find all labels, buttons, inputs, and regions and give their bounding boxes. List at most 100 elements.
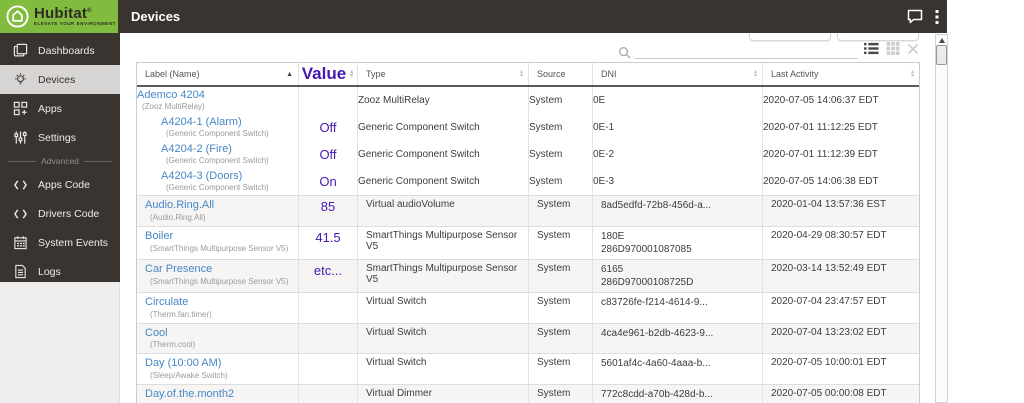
brand-reg-mark: ® [87, 8, 92, 15]
column-header-source[interactable]: Source [529, 63, 593, 85]
device-last-activity: 2020-07-04 13:23:02 EDT [771, 326, 887, 338]
list-view-icon[interactable] [864, 42, 879, 55]
main-content: Label (Name) ▲ Value ▴ ▾ Type ▴ ▾ Source D… [120, 26, 948, 403]
table-row[interactable]: Boiler (SmartThings Multipurpose Sensor V… [137, 226, 919, 260]
vertical-scrollbar[interactable] [935, 34, 948, 403]
table-row[interactable]: Day (10:00 AM) (Sleep/Awake Switch) Virtua… [137, 354, 919, 385]
table-row[interactable]: Cool (Therm.cool) Virtual Switch System 4ca4… [137, 323, 919, 355]
device-driver-name: (Generic Component Switch) [166, 156, 269, 166]
sidebar-item-devices[interactable]: Devices [0, 65, 120, 94]
chat-icon[interactable] [907, 9, 923, 24]
brand-tagline: ELEVATE YOUR ENVIRONMENT [34, 21, 116, 27]
device-source: System [537, 199, 571, 210]
search-input[interactable] [635, 40, 858, 59]
brand-name: Hubitat [34, 5, 88, 23]
device-label-cell: A4204-1 (Alarm) (Generic Component Switch… [137, 114, 298, 141]
device-source: System [529, 122, 563, 133]
scrollbar-up-arrow-icon[interactable] [938, 38, 945, 43]
device-label-cell: Day (10:00 AM) (Sleep/Awake Switch) [137, 354, 298, 384]
device-dni: 4ca4e961-b2db-4623-9... [601, 327, 714, 339]
device-last-activity: 2020-04-29 08:30:57 EDT [771, 229, 887, 241]
device-type: SmartThings Multipurpose Sensor V5 [366, 262, 518, 285]
device-label-cell: Cool (Therm.cool) [137, 324, 298, 354]
devices-table: Label (Name) ▲ Value ▴ ▾ Type ▴ ▾ Source D… [136, 62, 920, 403]
hubitat-house-icon [5, 4, 30, 29]
sidebar-item-label: Dashboards [38, 44, 95, 57]
device-name-link[interactable]: Circulate [145, 296, 188, 310]
sidebar-item-label: Settings [38, 131, 76, 144]
sidebar-item-system-events[interactable]: System Events [0, 228, 120, 257]
sidebar-item-settings[interactable]: Settings [0, 123, 120, 152]
device-type: Generic Component Switch [358, 122, 480, 133]
sidebar-item-dashboards[interactable]: Dashboards [0, 36, 120, 65]
device-source: System [529, 95, 563, 106]
device-label-cell: A4204-2 (Fire) (Generic Component Switch) [137, 141, 298, 168]
device-source: System [537, 295, 571, 307]
kebab-menu-icon[interactable] [935, 9, 939, 25]
sort-icon: ▴ ▾ [910, 68, 914, 79]
table-row[interactable]: Day.of.the.month2(Day.of.the.month2) Virt… [137, 385, 919, 403]
device-name-link[interactable]: Day.of.the.month2 [145, 388, 234, 402]
device-dni: 772c8cdd-a70b-428d-b... [601, 389, 713, 400]
page-title: Devices [131, 9, 181, 24]
device-value [299, 324, 357, 330]
device-type: Virtual Switch [366, 357, 427, 369]
grid-view-icon[interactable] [886, 42, 900, 55]
device-source: System [537, 357, 571, 369]
device-label-cell: Car Presence (SmartThings Multipurpose Se… [137, 260, 298, 290]
device-type: Virtual Switch [366, 295, 427, 307]
sidebar: Dashboards Devices Apps Settings Advance… [0, 33, 120, 282]
scrollbar-thumb[interactable] [936, 45, 947, 65]
device-dni: 0E [593, 95, 606, 106]
device-driver-name: (Generic Component Switch) [166, 183, 269, 193]
device-name-link[interactable]: A4204-3 (Doors) [161, 170, 242, 184]
device-driver-name: (SmartThings Multipurpose Sensor V5) [150, 276, 289, 286]
device-name-link[interactable]: Car Presence [145, 263, 212, 277]
device-dni: 8ad5edfd-72b8-456d-a... [601, 200, 712, 211]
table-row[interactable]: Audio.Ring.All (Audio.Ring.All) 85 Virtual … [137, 196, 919, 227]
brand-text: Hubitat® ELEVATE YOUR ENVIRONMENT [34, 6, 116, 27]
device-name-link[interactable]: A4204-2 (Fire) [161, 143, 232, 157]
table-row[interactable]: Car Presence (SmartThings Multipurpose Se… [137, 259, 919, 293]
device-name-link[interactable]: Day (10:00 AM) [145, 357, 221, 371]
device-driver-name: (SmartThings Multipurpose Sensor V5) [150, 243, 289, 253]
device-value: etc... [313, 262, 343, 278]
column-header-dni[interactable]: DNI ▴ ▾ [593, 63, 763, 85]
sidebar-item-drivers-code[interactable]: Drivers Code [0, 199, 120, 228]
table-row[interactable]: Circulate (Therm.fan.timer) Virtual Switch… [137, 292, 919, 324]
device-name-link[interactable]: Audio.Ring.All [145, 199, 214, 213]
column-header-type[interactable]: Type ▴ ▾ [358, 63, 529, 85]
device-last-activity: 2020-07-04 23:47:57 EDT [771, 295, 887, 307]
sidebar-item-logs[interactable]: Logs [0, 257, 120, 286]
device-source: System [537, 229, 571, 241]
sidebar-item-apps[interactable]: Apps [0, 94, 120, 123]
column-header-last-activity[interactable]: Last Activity ▴ ▾ [763, 63, 919, 85]
device-type: Zooz MultiRelay [358, 95, 430, 106]
column-label: Value [301, 64, 347, 83]
device-driver-name: (Sleep/Awake Switch) [150, 371, 228, 380]
sort-ascending-icon: ▲ [286, 70, 293, 78]
device-value: Off [319, 120, 337, 135]
device-value [299, 385, 357, 391]
device-name-link[interactable]: Cool [145, 327, 168, 341]
logs-icon [12, 264, 28, 279]
clear-icon[interactable] [907, 43, 919, 55]
hubitat-logo[interactable]: Hubitat® ELEVATE YOUR ENVIRONMENT [0, 0, 118, 33]
sidebar-divider-label: Advanced [41, 156, 79, 166]
table-row[interactable]: Ademco 4204 (Zooz MultiRelay) A4204-1 (Ala… [137, 87, 919, 196]
column-header-value[interactable]: Value ▴ ▾ [299, 63, 358, 85]
column-header-label-name[interactable]: Label (Name) ▲ [137, 63, 299, 85]
settings-icon [12, 130, 28, 145]
device-value: 41.5 [315, 229, 341, 245]
column-label: Label (Name) [145, 69, 200, 79]
device-name-link[interactable]: A4204-1 (Alarm) [161, 116, 242, 130]
device-source: System [529, 176, 563, 187]
device-label-cell: Boiler (SmartThings Multipurpose Sensor V… [137, 227, 298, 257]
sidebar-item-apps-code[interactable]: Apps Code [0, 170, 120, 199]
sort-icon: ▴ ▾ [350, 68, 354, 79]
device-driver-name: (Zooz MultiRelay) [142, 102, 205, 112]
device-label-cell: Day.of.the.month2(Day.of.the.month2) [137, 385, 298, 403]
device-name-link[interactable]: Boiler [145, 230, 173, 244]
device-name-link[interactable]: Ademco 4204 [137, 89, 205, 103]
apps-icon [12, 101, 28, 116]
